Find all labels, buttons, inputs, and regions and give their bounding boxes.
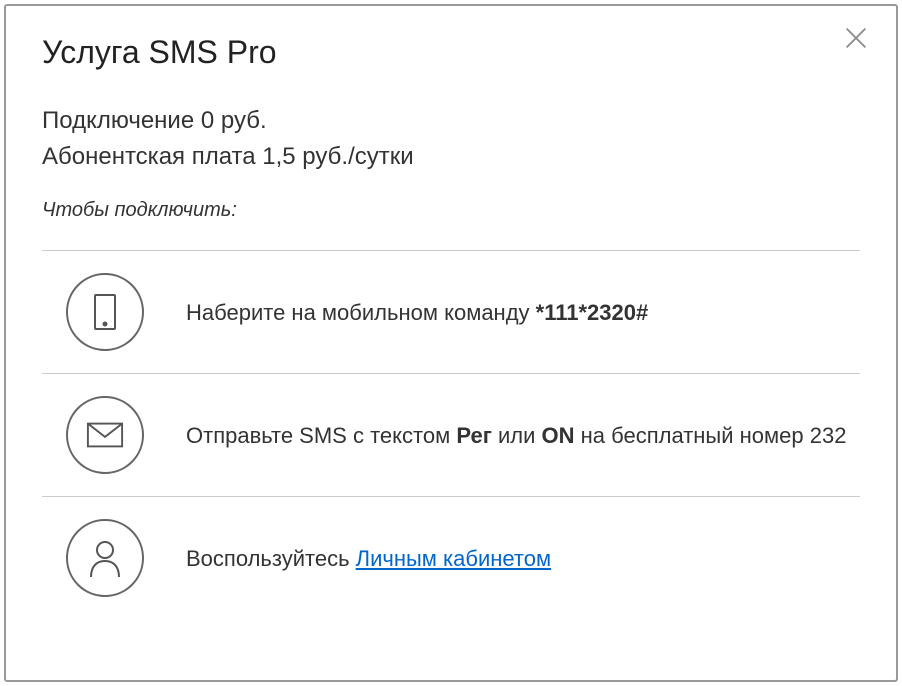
close-icon — [842, 24, 870, 52]
dial-prefix: Наберите на мобильном команду — [186, 300, 536, 325]
sms-text: Отправьте SMS с текстом Рег или ON на бе… — [186, 419, 846, 452]
user-icon-circle — [66, 519, 144, 597]
account-text: Воспользуйтесь Личным кабинетом — [186, 542, 551, 575]
mail-icon — [86, 416, 124, 454]
option-sms: Отправьте SMS с текстом Рег или ON на бе… — [42, 373, 860, 496]
sms-suffix: на бесплатный номер 232 — [575, 423, 847, 448]
sms-middle: или — [492, 423, 542, 448]
sms-keyword1: Рег — [456, 423, 492, 448]
phone-icon-circle — [66, 273, 144, 351]
account-prefix: Воспользуйтесь — [186, 546, 356, 571]
option-account: Воспользуйтесь Личным кабинетом — [42, 496, 860, 619]
sms-prefix: Отправьте SMS с текстом — [186, 423, 456, 448]
service-modal: Услуга SMS Pro Подключение 0 руб. Абонен… — [4, 4, 898, 682]
pricing-block: Подключение 0 руб. Абонентская плата 1,5… — [42, 103, 860, 175]
phone-icon — [86, 293, 124, 331]
instructions-label: Чтобы подключить: — [42, 199, 860, 222]
connection-price: Подключение 0 руб. — [42, 103, 860, 139]
option-dial: Наберите на мобильном команду *111*2320# — [42, 250, 860, 373]
mail-icon-circle — [66, 396, 144, 474]
sms-keyword2: ON — [542, 423, 575, 448]
personal-account-link[interactable]: Личным кабинетом — [356, 546, 551, 571]
user-icon — [86, 539, 124, 577]
modal-title: Услуга SMS Pro — [42, 34, 860, 71]
subscription-fee: Абонентская плата 1,5 руб./сутки — [42, 139, 860, 175]
close-button[interactable] — [842, 24, 870, 57]
dial-code: *111*2320# — [536, 300, 649, 325]
dial-text: Наберите на мобильном команду *111*2320# — [186, 296, 648, 329]
